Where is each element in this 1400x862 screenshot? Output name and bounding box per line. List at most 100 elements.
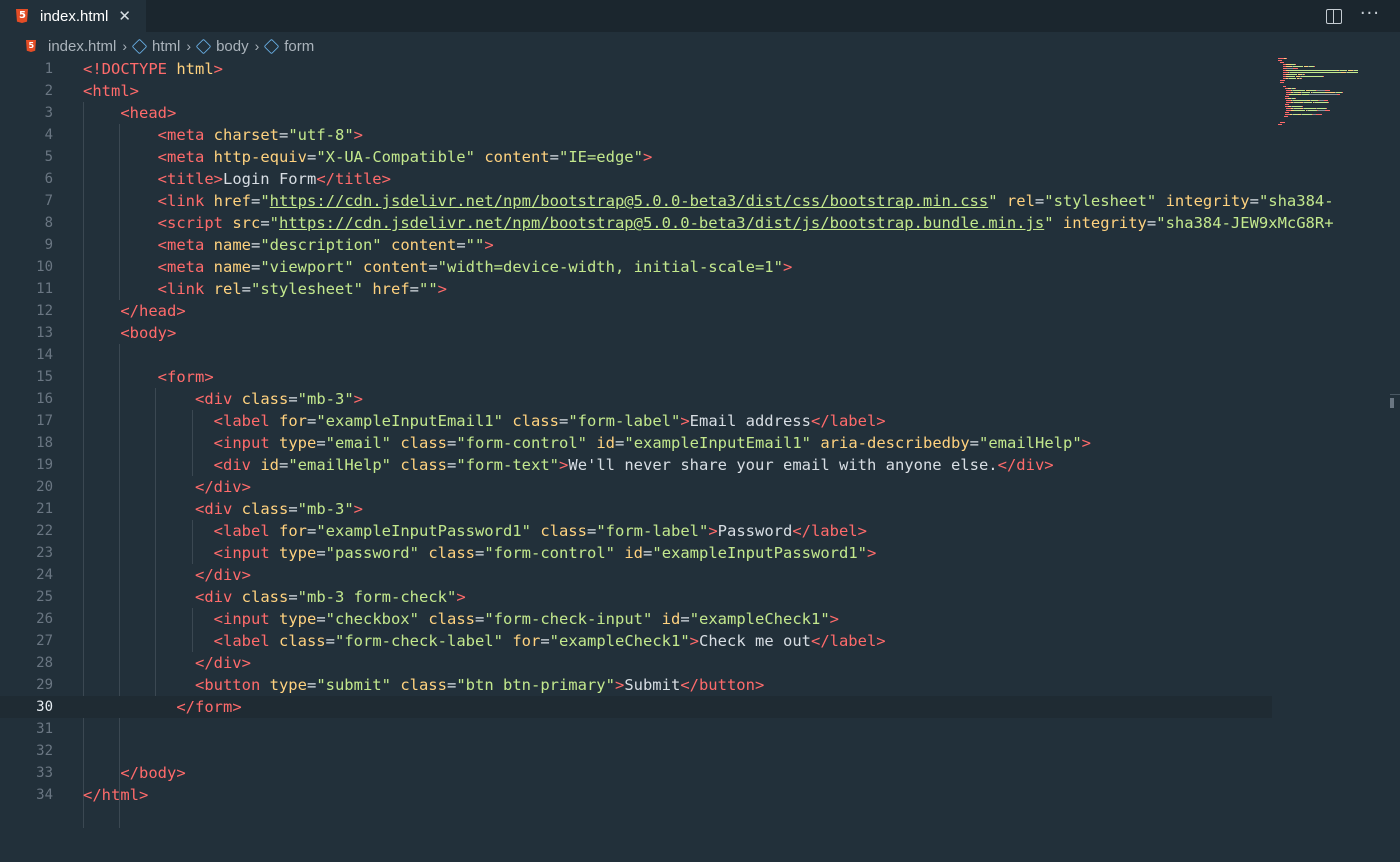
line-number: 14 (36, 347, 53, 363)
code-token: class (400, 434, 447, 452)
line-number: 16 (36, 391, 53, 407)
minimap-token (1290, 72, 1340, 73)
code-token: class (428, 544, 475, 562)
code-token: <meta (157, 148, 214, 166)
code-token: name (213, 258, 251, 276)
code-line[interactable]: 25 <div class="mb-3 form-check"> (0, 586, 1272, 608)
code-line[interactable]: 18 <input type="email" class="form-contr… (0, 432, 1272, 454)
close-icon[interactable]: ✕ (118, 7, 131, 25)
code-line[interactable]: 19 <div id="emailHelp" class="form-text"… (0, 454, 1272, 476)
code-line[interactable]: 28 </div> (0, 652, 1272, 674)
code-line[interactable]: 24 </div> (0, 564, 1272, 586)
code-text: </div> (83, 476, 251, 498)
minimap-token (1303, 108, 1315, 109)
code-token: "submit" (316, 676, 391, 694)
code-line[interactable]: 26 <input type="checkbox" class="form-ch… (0, 608, 1272, 630)
minimap-token (1300, 78, 1302, 79)
code-line[interactable]: 10 <meta name="viewport" content="width=… (0, 256, 1272, 278)
code-token: <input (213, 544, 279, 562)
code-line[interactable]: 12 </head> (0, 300, 1272, 322)
code-editor[interactable]: 1 <!DOCTYPE html> 2 <html> 3 <head> 4 <meta c… (0, 58, 1400, 862)
code-line[interactable]: 30 </form> (0, 696, 1272, 718)
code-text: <input type="email" class="form-control"… (83, 432, 1091, 454)
code-token: "mb-3 form-check" (297, 588, 457, 606)
code-line[interactable]: 8 <script src="https://cdn.jsdelivr.net/… (0, 212, 1334, 234)
code-line[interactable]: 17 <label for="exampleInputEmail1" class… (0, 410, 1272, 432)
line-number: 30 (36, 699, 53, 715)
code-token: = (278, 126, 289, 144)
minimap-token (1328, 102, 1329, 103)
code-token: <head> (120, 104, 177, 122)
code-line[interactable]: 4 <meta charset="utf-8"> (0, 124, 1272, 146)
minimap-token (1347, 72, 1359, 73)
code-token: https://cdn.jsdelivr.net/npm/bootstrap@5… (279, 214, 1045, 232)
code-token: "description" (260, 236, 382, 254)
minimap[interactable] (1278, 58, 1386, 128)
code-line[interactable]: 7 <link href="https://cdn.jsdelivr.net/n… (0, 190, 1334, 212)
code-token: > (614, 676, 625, 694)
code-line[interactable]: 33 </body> (0, 762, 1272, 784)
code-line[interactable]: 22 <label for="exampleInputPassword1" cl… (0, 520, 1272, 542)
tab-index-html[interactable]: index.html ✕ (0, 0, 146, 32)
minimap-token (1342, 92, 1343, 93)
code-line[interactable]: 3 <head> (0, 102, 1272, 124)
code-token: "utf-8" (288, 126, 354, 144)
tab-label: index.html (40, 7, 109, 25)
breadcrumb-item-body[interactable]: body (195, 38, 249, 55)
code-line[interactable]: 27 <label class="form-check-label" for="… (0, 630, 1272, 652)
code-token: = (325, 632, 335, 650)
code-line[interactable]: 32 (0, 740, 1272, 762)
code-line[interactable]: 13 <body> (0, 322, 1272, 344)
code-line[interactable]: 11 <link rel="stylesheet" href=""> (0, 278, 1272, 300)
code-line[interactable]: 31 (0, 718, 1272, 740)
code-line[interactable]: 29 <button type="submit" class="btn btn-… (0, 674, 1272, 696)
line-number: 17 (36, 413, 53, 429)
breadcrumb-item-form[interactable]: form (263, 38, 314, 55)
code-line[interactable]: 34 </html> (0, 784, 1272, 806)
line-number: 4 (44, 127, 53, 143)
line-number: 2 (44, 83, 53, 99)
code-token: html (176, 60, 214, 78)
code-token: = (279, 456, 289, 474)
code-line[interactable]: 9 <meta name="description" content=""> (0, 234, 1272, 256)
minimap-token (1303, 102, 1313, 103)
breadcrumb-item-file[interactable]: index.html (26, 38, 116, 55)
more-actions-icon[interactable]: ··· (1360, 3, 1380, 24)
scrollbar-thumb[interactable] (1390, 398, 1394, 408)
code-line[interactable]: 1 <!DOCTYPE html> (0, 58, 1272, 80)
code-line[interactable]: 5 <meta http-equiv="X-UA-Compatible" con… (0, 146, 1272, 168)
code-line[interactable]: 20 </div> (0, 476, 1272, 498)
split-editor-icon[interactable] (1325, 8, 1342, 24)
code-line[interactable]: 23 <input type="password" class="form-co… (0, 542, 1272, 564)
code-text: <meta http-equiv="X-UA-Compatible" conte… (83, 146, 653, 168)
code-line[interactable]: 15 <form> (0, 366, 1272, 388)
minimap-token (1312, 92, 1325, 93)
code-token: Email address (689, 412, 811, 430)
code-line[interactable]: 6 <title>Login Form</title> (0, 168, 1272, 190)
code-token: </label> (810, 632, 886, 650)
minimap-token (1285, 112, 1289, 113)
line-number: 22 (36, 523, 53, 539)
code-token: http-equiv (213, 148, 307, 166)
code-token: = (475, 544, 485, 562)
code-token: > (456, 588, 466, 606)
breadcrumb-item-html[interactable]: html (131, 38, 180, 55)
code-line[interactable]: 2 <html> (0, 80, 1272, 102)
minimap-token (1317, 90, 1325, 91)
line-number: 5 (44, 149, 53, 165)
code-line[interactable]: 21 <div class="mb-3"> (0, 498, 1272, 520)
code-line[interactable]: 14 (0, 344, 1272, 366)
minimap-token (1285, 96, 1289, 97)
code-token: = (260, 214, 270, 232)
minimap-token (1300, 76, 1323, 77)
code-token: "sha384- (1258, 192, 1334, 210)
code-line[interactable]: 16 <div class="mb-3"> (0, 388, 1272, 410)
